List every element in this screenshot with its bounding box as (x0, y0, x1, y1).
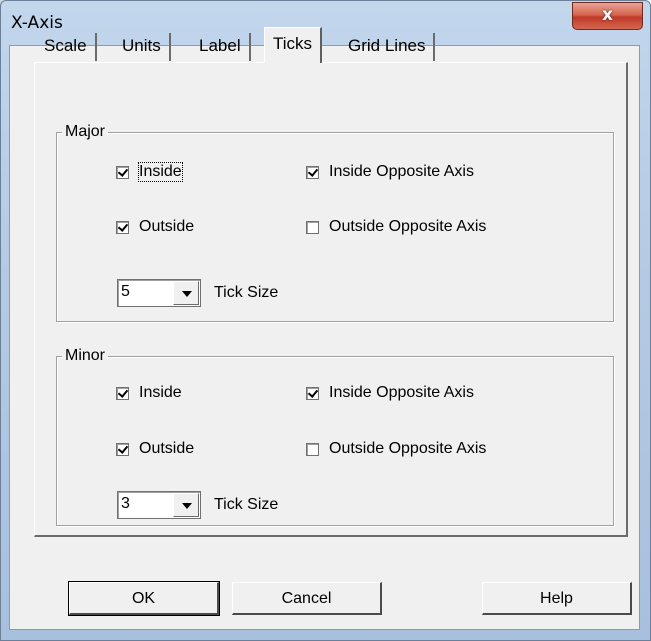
checkbox-box (306, 220, 319, 234)
select-value: 5 (121, 283, 130, 300)
cancel-button[interactable]: Cancel (232, 582, 382, 615)
select-value: 3 (121, 495, 130, 512)
checkbox-box (306, 442, 319, 456)
chevron-down-icon[interactable] (173, 281, 199, 305)
help-button[interactable]: Help (482, 582, 632, 615)
major-outside-checkbox[interactable]: Outside (116, 218, 194, 236)
minor-tick-size-select[interactable]: 3 (117, 491, 201, 519)
tab-label: Scale (44, 36, 87, 55)
minor-inside-checkbox[interactable]: Inside (116, 384, 182, 402)
minor-inside-opposite-checkbox[interactable]: Inside Opposite Axis (306, 384, 474, 402)
checkbox-box (116, 220, 129, 234)
checkbox-box (306, 386, 319, 400)
major-tick-size-select[interactable]: 5 (117, 279, 201, 307)
close-button[interactable]: x (572, 2, 643, 30)
tab-label: Grid Lines (348, 36, 426, 55)
checkbox-box (116, 165, 129, 179)
checkbox-label: Inside (138, 162, 183, 182)
minor-outside-checkbox[interactable]: Outside (116, 440, 194, 458)
major-tick-size-label: Tick Size (214, 284, 279, 301)
tab-label: Ticks (273, 34, 313, 53)
checkbox-box (116, 442, 129, 456)
checkbox-label: Inside Opposite Axis (329, 163, 474, 180)
chevron-down-icon[interactable] (173, 493, 199, 517)
tab-grid-lines[interactable]: Grid Lines (340, 33, 436, 61)
tab-units[interactable]: Units (114, 33, 171, 61)
checkbox-label: Outside (139, 218, 195, 235)
checkbox-box (116, 386, 129, 400)
checkbox-label: Outside Opposite Axis (329, 218, 487, 235)
checkbox-label: Outside (139, 440, 195, 457)
window-title: X-Axis (11, 13, 63, 33)
minor-outside-opposite-checkbox[interactable]: Outside Opposite Axis (306, 440, 486, 458)
minor-tick-size-label: Tick Size (214, 496, 279, 513)
checkbox-label: Inside Opposite Axis (329, 384, 474, 401)
major-outside-opposite-checkbox[interactable]: Outside Opposite Axis (306, 218, 486, 236)
tab-label-text: Label (199, 36, 241, 55)
checkbox-box (306, 165, 319, 179)
checkbox-label: Outside Opposite Axis (329, 440, 487, 457)
tab-label[interactable]: Label (191, 33, 251, 61)
tab-label: Units (122, 36, 161, 55)
title-bar[interactable]: X-Axis x (1, 1, 650, 46)
major-group-title: Major (62, 123, 109, 141)
minor-group-title: Minor (62, 347, 109, 365)
ok-button[interactable]: OK (68, 581, 220, 616)
tab-scale[interactable]: Scale (36, 33, 97, 61)
checkbox-label: Inside (139, 384, 182, 401)
major-inside-opposite-checkbox[interactable]: Inside Opposite Axis (306, 163, 474, 181)
close-icon: x (602, 5, 613, 25)
tab-ticks[interactable]: Ticks (264, 27, 323, 63)
major-inside-checkbox[interactable]: Inside (116, 162, 183, 182)
